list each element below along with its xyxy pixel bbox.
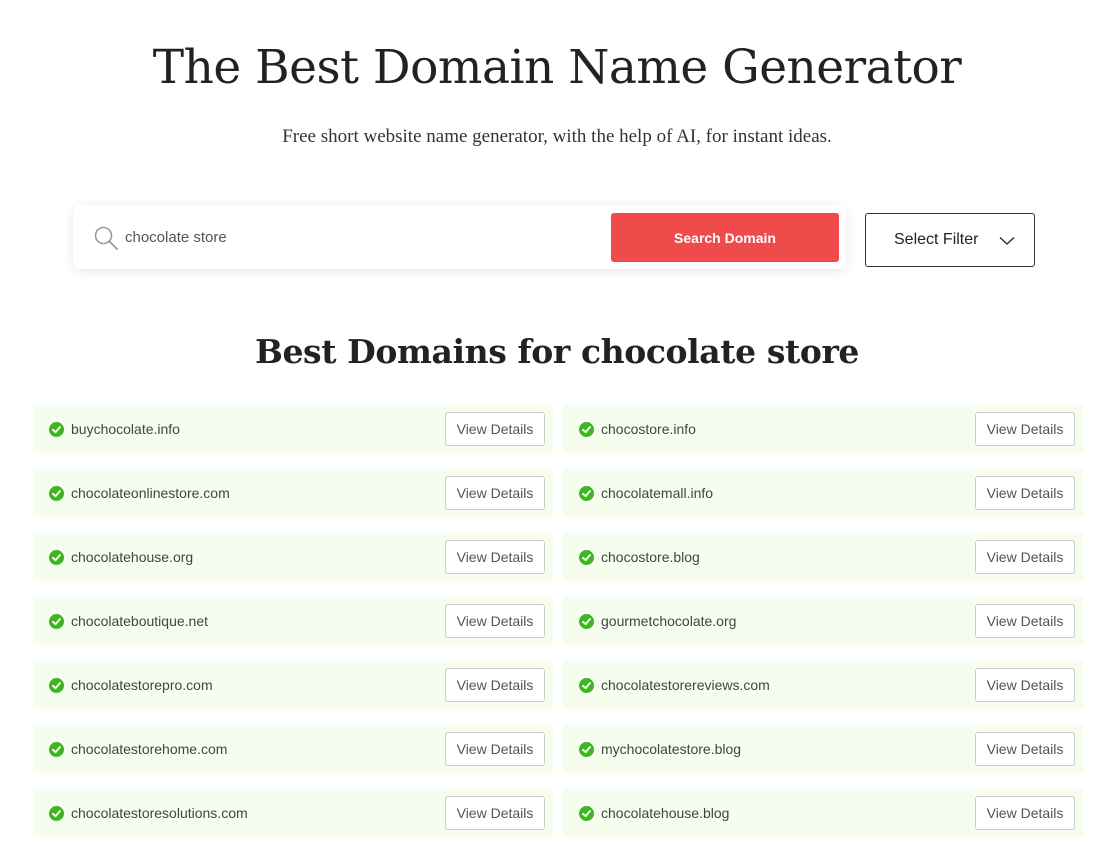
check-circle-icon	[49, 486, 64, 501]
select-filter-label: Select Filter	[894, 231, 979, 248]
results-heading-query: chocolate store	[580, 332, 860, 371]
domain-name: chocolatemall.info	[601, 485, 714, 501]
domain-result-row: chocolatemall.info View Details	[563, 469, 1083, 517]
domain-name: chocolatestorepro.com	[71, 677, 213, 693]
domain-name: chocolatestorehome.com	[71, 741, 228, 757]
view-details-button[interactable]: View Details	[445, 732, 545, 766]
domain-result-row: chocostore.info View Details	[563, 405, 1083, 453]
domain-name: chocolatestorereviews.com	[601, 677, 770, 693]
view-details-button[interactable]: View Details	[975, 668, 1075, 702]
domain-result-row: chocostore.blog View Details	[563, 533, 1083, 581]
check-circle-icon	[579, 806, 594, 821]
check-circle-icon	[579, 742, 594, 757]
check-circle-icon	[579, 614, 594, 629]
domain-result-row: chocolateonlinestore.com View Details	[33, 469, 553, 517]
check-circle-icon	[49, 742, 64, 757]
domain-name: mychocolatestore.blog	[601, 741, 742, 757]
domain-name: chocolatehouse.blog	[601, 805, 730, 821]
domain-result-row: chocolatestorereviews.com View Details	[563, 661, 1083, 709]
check-circle-icon	[579, 550, 594, 565]
domain-result-row: chocolateboutique.net View Details	[33, 597, 553, 645]
check-circle-icon	[579, 678, 594, 693]
check-circle-icon	[49, 550, 64, 565]
check-circle-icon	[49, 614, 64, 629]
results-heading: Best Domains for chocolate store	[0, 332, 1114, 371]
domain-result-row: chocolatehouse.org View Details	[33, 533, 553, 581]
search-icon	[94, 226, 118, 250]
check-circle-icon	[49, 678, 64, 693]
check-circle-icon	[579, 422, 594, 437]
chevron-down-icon	[999, 236, 1015, 246]
domain-result-row: chocolatestoresolutions.com View Details	[33, 789, 553, 837]
domain-result-row: chocolatestorehome.com View Details	[33, 725, 553, 773]
select-filter-dropdown[interactable]: Select Filter	[865, 213, 1035, 267]
check-circle-icon	[49, 422, 64, 437]
view-details-button[interactable]: View Details	[975, 412, 1075, 446]
domain-name: chocostore.blog	[601, 549, 700, 565]
domain-result-row: gourmetchocolate.org View Details	[563, 597, 1083, 645]
domain-name: chocostore.info	[601, 421, 696, 437]
domain-name: buychocolate.info	[71, 421, 180, 437]
view-details-button[interactable]: View Details	[975, 796, 1075, 830]
domain-name: chocolatestoresolutions.com	[71, 805, 248, 821]
domain-result-row: chocolatehouse.blog View Details	[563, 789, 1083, 837]
domain-result-row: buychocolate.info View Details	[33, 405, 553, 453]
view-details-button[interactable]: View Details	[445, 796, 545, 830]
view-details-button[interactable]: View Details	[445, 476, 545, 510]
view-details-button[interactable]: View Details	[975, 732, 1075, 766]
domain-result-row: chocolatestorepro.com View Details	[33, 661, 553, 709]
search-input[interactable]	[125, 225, 595, 249]
search-domain-button[interactable]: Search Domain	[611, 213, 839, 262]
view-details-button[interactable]: View Details	[445, 668, 545, 702]
page-title: The Best Domain Name Generator	[152, 40, 962, 95]
view-details-button[interactable]: View Details	[975, 476, 1075, 510]
domain-name: chocolatehouse.org	[71, 549, 194, 565]
check-circle-icon	[49, 806, 64, 821]
search-bar: Search Domain	[73, 205, 846, 269]
domain-name: chocolateboutique.net	[71, 613, 208, 629]
view-details-button[interactable]: View Details	[975, 540, 1075, 574]
view-details-button[interactable]: View Details	[445, 604, 545, 638]
domain-name: chocolateonlinestore.com	[71, 485, 230, 501]
view-details-button[interactable]: View Details	[445, 412, 545, 446]
page-subtitle: Free short website name generator, with …	[282, 126, 832, 147]
view-details-button[interactable]: View Details	[975, 604, 1075, 638]
view-details-button[interactable]: View Details	[445, 540, 545, 574]
check-circle-icon	[579, 486, 594, 501]
domain-name: gourmetchocolate.org	[601, 613, 737, 629]
domain-result-row: mychocolatestore.blog View Details	[563, 725, 1083, 773]
results-heading-prefix: Best Domains for	[254, 332, 581, 371]
